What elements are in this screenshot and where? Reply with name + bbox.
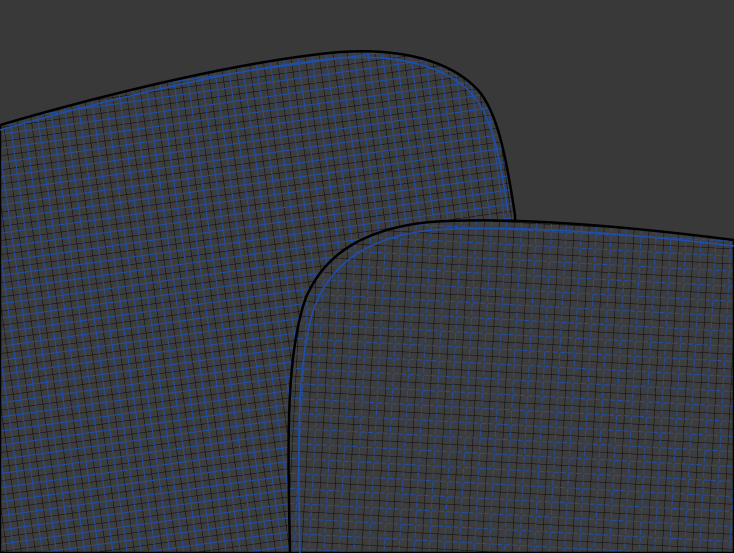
seat-cushion-mesh (287, 219, 734, 553)
mesh-render (0, 0, 734, 553)
3d-viewport[interactable] (0, 0, 734, 553)
